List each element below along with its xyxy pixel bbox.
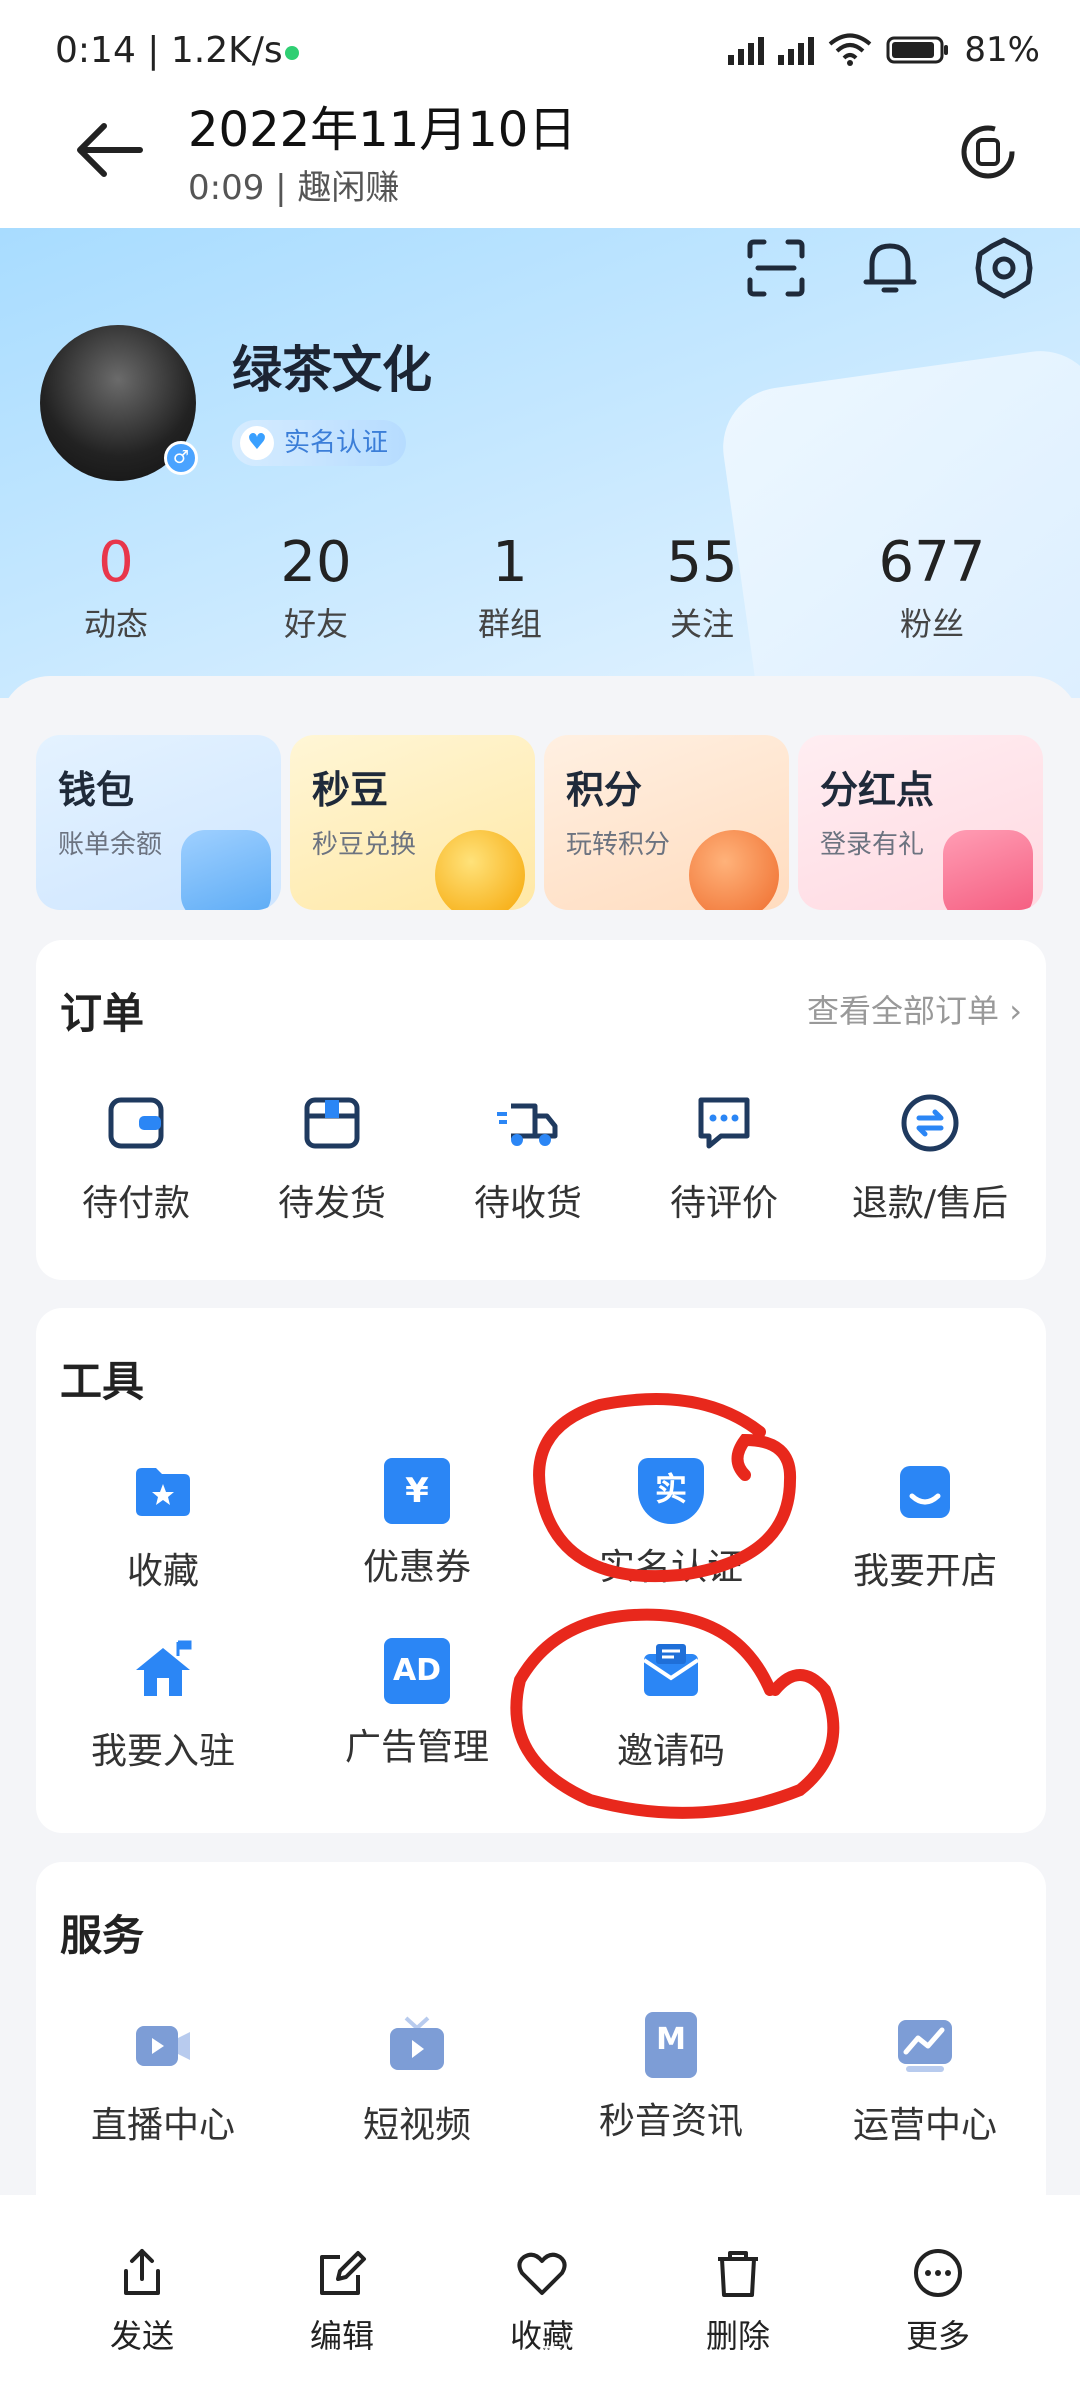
order-pending-payment[interactable]: 待付款 [36, 1090, 236, 1226]
ad-icon: AD [384, 1638, 450, 1704]
battery-icon [886, 36, 949, 64]
order-pending-shipment[interactable]: 待发货 [232, 1090, 432, 1226]
settings-gear-icon[interactable] [972, 236, 1036, 300]
miaodou-card[interactable]: 秒豆 秒豆兑换 [290, 735, 535, 910]
service-live-center[interactable]: 直播中心 [48, 2012, 278, 2148]
signal-icon-2 [778, 35, 815, 65]
status-icons: 81% [728, 30, 1040, 70]
stat-friends[interactable]: 20 好友 [236, 530, 396, 645]
orders-card: 订单 查看全部订单 › 待付款 待发货 待收货 待评价 退款/售后 [36, 940, 1046, 1280]
wallet-icon [181, 830, 271, 910]
notification-dot [285, 46, 299, 60]
truck-icon [497, 1103, 558, 1146]
order-refund[interactable]: 退款/售后 [830, 1090, 1030, 1226]
service-operations[interactable]: 运营中心 [810, 2012, 1040, 2148]
watermark: 我的截图 [460, 2340, 620, 2386]
services-card: 服务 直播中心 短视频 M 秒音资讯 运营中心 [36, 1862, 1046, 2242]
tool-open-store[interactable]: 我要开店 [810, 1458, 1040, 1594]
house-flag-icon [136, 1640, 192, 1696]
tools-card: 工具 收藏 ¥ 优惠券 实 实名认证 我要开店 我要入驻 AD 广告管理 邀请码 [36, 1308, 1046, 1833]
shield-verify-icon: 实 [638, 1458, 704, 1524]
video-camera-icon [136, 2026, 190, 2066]
wifi-icon [829, 33, 872, 66]
back-arrow-icon[interactable] [70, 120, 150, 180]
stat-followers[interactable]: 677 粉丝 [852, 530, 1012, 645]
services-title: 服务 [60, 1911, 145, 1960]
wallet-card[interactable]: 钱包 账单余额 [36, 735, 281, 910]
gift-icon [943, 830, 1033, 910]
view-all-orders-link[interactable]: 查看全部订单 › [807, 986, 1022, 1032]
tv-play-icon [390, 2016, 444, 2070]
refund-icon [901, 1094, 959, 1152]
battery-text: 81% [964, 30, 1040, 70]
more-dots-icon [914, 2249, 962, 2297]
tool-real-name-verify[interactable]: 实 实名认证 [556, 1458, 786, 1590]
trend-chart-icon [898, 2020, 952, 2072]
store-icon [900, 1466, 950, 1518]
orders-title: 订单 [60, 989, 145, 1038]
screenshot-date: 2022年11月10日 [188, 102, 577, 158]
male-gender-icon: ♂ [164, 441, 198, 475]
stat-groups[interactable]: 1 群组 [430, 530, 590, 645]
bell-icon[interactable] [858, 236, 922, 300]
coupon-icon: ¥ [384, 1458, 450, 1524]
tool-favorites[interactable]: 收藏 [48, 1458, 278, 1594]
status-bar: 0:14 | 1.2K/s 81% [0, 0, 1080, 100]
points-card[interactable]: 积分 玩转积分 [544, 735, 789, 910]
wallet-outline-icon [108, 1097, 164, 1149]
edit-icon [320, 2251, 366, 2295]
chat-bubble-icon [698, 1097, 750, 1149]
service-news[interactable]: M 秒音资讯 [556, 2012, 786, 2144]
order-pending-receipt[interactable]: 待收货 [428, 1090, 628, 1226]
tool-settle-in[interactable]: 我要入驻 [48, 1638, 278, 1774]
status-time: 0:14 | 1.2K/s [55, 30, 283, 71]
stat-following[interactable]: 55 关注 [622, 530, 782, 645]
tool-coupons[interactable]: ¥ 优惠券 [302, 1458, 532, 1590]
coin-icon [689, 830, 779, 910]
tools-title: 工具 [60, 1357, 145, 1406]
tool-ad-management[interactable]: AD 广告管理 [302, 1638, 532, 1770]
folder-star-icon [136, 1468, 190, 1516]
envelope-icon [642, 1644, 700, 1696]
signal-icon [728, 35, 765, 65]
verified-badge[interactable]: ♥ 实名认证 [232, 420, 407, 466]
bean-icon [435, 830, 525, 910]
screenshot-source: 0:09 | 趣闲赚 [188, 168, 400, 208]
username: 绿茶文化 [232, 341, 432, 399]
verified-heart-icon: ♥ [240, 426, 274, 460]
order-pending-review[interactable]: 待评价 [624, 1090, 824, 1226]
trash-icon [718, 2251, 758, 2297]
box-icon [304, 1097, 360, 1149]
news-doc-icon: M [645, 2012, 697, 2078]
heart-icon [517, 2252, 567, 2295]
dividend-card[interactable]: 分红点 登录有礼 [798, 735, 1043, 910]
avatar[interactable]: ♂ [40, 325, 198, 481]
service-short-video[interactable]: 短视频 [302, 2012, 532, 2148]
stat-posts[interactable]: 0 动态 [36, 530, 196, 645]
verified-label: 实名认证 [284, 428, 389, 458]
scan-icon[interactable] [744, 236, 808, 300]
rotate-icon[interactable] [956, 120, 1020, 184]
tool-invite-code[interactable]: 邀请码 [556, 1638, 786, 1774]
share-icon [124, 2249, 160, 2295]
